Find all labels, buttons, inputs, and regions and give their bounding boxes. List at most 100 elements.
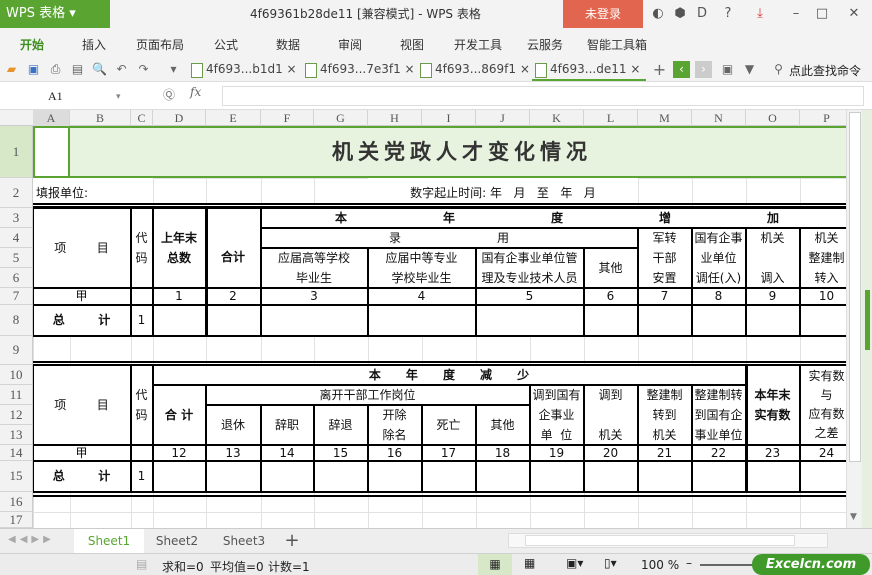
search-icon[interactable]: ⚲	[770, 61, 787, 78]
column-header[interactable]: A	[33, 110, 70, 126]
row-jia[interactable]: 甲	[33, 444, 131, 461]
total-code[interactable]: 1	[130, 304, 153, 336]
total-value-cell[interactable]	[799, 304, 846, 336]
col-6-header[interactable]: 其他	[583, 247, 638, 288]
column-number[interactable]: 16	[367, 444, 422, 461]
column-number[interactable]: 5	[475, 287, 584, 305]
close-tab-icon[interactable]: ×	[405, 62, 415, 76]
close-tab-icon[interactable]: ×	[520, 62, 530, 76]
column-number[interactable]: 13	[205, 444, 261, 461]
year-end-header[interactable]: 本年末 实有数	[745, 364, 800, 445]
maximize-icon[interactable]: □	[812, 4, 832, 24]
transfer-header[interactable]: 调到 机关	[583, 384, 638, 445]
leave-subheader[interactable]: 死亡	[421, 404, 476, 445]
column-number[interactable]: 12	[152, 444, 206, 461]
menu-view[interactable]: 视图	[400, 36, 424, 53]
increase-header-char[interactable]: 增	[638, 208, 692, 228]
row-header[interactable]: 14	[0, 445, 33, 461]
col-9-header[interactable]: 机关 调入	[745, 227, 800, 288]
col-7-header[interactable]: 军转 干部 安置	[637, 227, 692, 288]
col-4-header[interactable]: 应届中等专业 学校毕业生	[367, 247, 476, 288]
total-value-cell[interactable]	[691, 460, 746, 492]
total-value-cell[interactable]	[260, 304, 368, 336]
code-header[interactable]: 代 码	[130, 207, 153, 288]
transfer-header[interactable]: 整建制 转到 机关	[637, 384, 692, 445]
formula-input[interactable]	[222, 86, 864, 106]
tab-next-icon[interactable]: ›	[695, 61, 712, 78]
vertical-scrollbar[interactable]: ▼	[846, 110, 862, 528]
column-number[interactable]: 23	[745, 444, 800, 461]
row-header[interactable]: 7	[0, 288, 33, 305]
total-value-cell[interactable]	[367, 460, 422, 492]
row-header[interactable]: 9	[0, 336, 33, 365]
command-search[interactable]: 点此查找命令	[789, 62, 861, 79]
row-header[interactable]: 2	[0, 178, 33, 208]
row-header[interactable]: 16	[0, 492, 33, 512]
sum-header[interactable]: 合 计	[152, 384, 206, 445]
menu-insert[interactable]: 插入	[82, 36, 106, 53]
eye-protection-icon[interactable]: ▯▾	[604, 556, 617, 570]
total-value-cell[interactable]	[260, 460, 314, 492]
column-header[interactable]: L	[584, 110, 638, 126]
total-value-cell[interactable]	[475, 304, 584, 336]
doc-tab-2[interactable]: 4f693...7e3f1 ×	[302, 59, 415, 81]
undo-icon[interactable]: ↶	[113, 61, 130, 78]
column-header[interactable]: F	[261, 110, 314, 126]
total-label[interactable]: 总 计	[33, 304, 131, 336]
normal-view-icon[interactable]: ▦	[478, 554, 512, 575]
column-header[interactable]: K	[530, 110, 584, 126]
report-title[interactable]: 机关党政人才变化情况	[70, 126, 846, 178]
transfer-header[interactable]: 调到国有 企事业 单 位	[529, 384, 584, 445]
column-number[interactable]: 15	[313, 444, 368, 461]
column-number[interactable]: 7	[637, 287, 692, 305]
column-number[interactable]: 6	[583, 287, 638, 305]
column-number[interactable]: 4	[367, 287, 476, 305]
name-box[interactable]: A1 ▾	[4, 87, 124, 105]
zoom-formula-icon[interactable]: Ⓠ	[163, 86, 175, 103]
leave-subheader[interactable]: 辞退	[313, 404, 368, 445]
cell[interactable]	[130, 287, 153, 305]
zoom-out-icon[interactable]: –	[686, 556, 692, 570]
zoom-slider[interactable]	[700, 564, 760, 566]
column-header[interactable]: J	[476, 110, 530, 126]
scroll-thumb[interactable]	[849, 112, 861, 462]
total-value-cell[interactable]	[745, 460, 800, 492]
decrease-header[interactable]: 本 年 度 减 少	[152, 364, 746, 385]
skin-icon[interactable]: ◐	[648, 4, 668, 24]
help-icon[interactable]: ?	[718, 4, 738, 24]
column-number[interactable]: 18	[475, 444, 530, 461]
sheet-tab-1[interactable]: Sheet1	[74, 529, 144, 553]
pin-icon[interactable]: ▼	[741, 61, 758, 78]
total-value-cell[interactable]	[799, 460, 846, 492]
total-value-cell[interactable]	[583, 304, 638, 336]
app-menu-button[interactable]: WPS 表格 ▾	[0, 0, 110, 28]
close-tab-icon[interactable]: ×	[287, 62, 297, 76]
total-label[interactable]: 总 计	[33, 460, 131, 492]
column-number[interactable]: 9	[745, 287, 800, 305]
sheet-tab-2[interactable]: Sheet2	[144, 529, 210, 553]
total-value-cell[interactable]	[745, 304, 800, 336]
col-5-header[interactable]: 国有企事业单位管 理及专业技术人员	[475, 247, 584, 288]
cell[interactable]	[130, 444, 153, 461]
total-value-cell[interactable]	[205, 460, 261, 492]
leave-subheader[interactable]: 辞职	[260, 404, 314, 445]
doc-tab-4[interactable]: 4f693...de11 ×	[532, 59, 646, 81]
col-3-header[interactable]: 应届高等学校 毕业生	[260, 247, 368, 288]
redo-icon[interactable]: ↷	[135, 61, 152, 78]
selected-cell-a1[interactable]	[33, 126, 70, 178]
leave-subheader[interactable]: 其他	[475, 404, 530, 445]
download-icon[interactable]: ⤓	[750, 4, 770, 24]
column-header[interactable]: M	[638, 110, 692, 126]
row-header[interactable]: 4	[0, 228, 33, 248]
column-header[interactable]: D	[153, 110, 206, 126]
leave-subheader[interactable]: 开除 除名	[367, 404, 422, 445]
total-code[interactable]: 1	[130, 460, 153, 492]
col-10-header[interactable]: 机关 整建制 转入	[799, 227, 846, 288]
sheet-nav-icon[interactable]: ◀◀▶▶	[8, 534, 55, 545]
total-value-cell[interactable]	[313, 460, 368, 492]
recruit-header-box[interactable]	[260, 227, 638, 248]
row-header[interactable]: 11	[0, 385, 33, 405]
total-value-cell[interactable]	[152, 460, 206, 492]
row-jia[interactable]: 甲	[33, 287, 131, 305]
total-value-cell[interactable]	[152, 304, 206, 336]
